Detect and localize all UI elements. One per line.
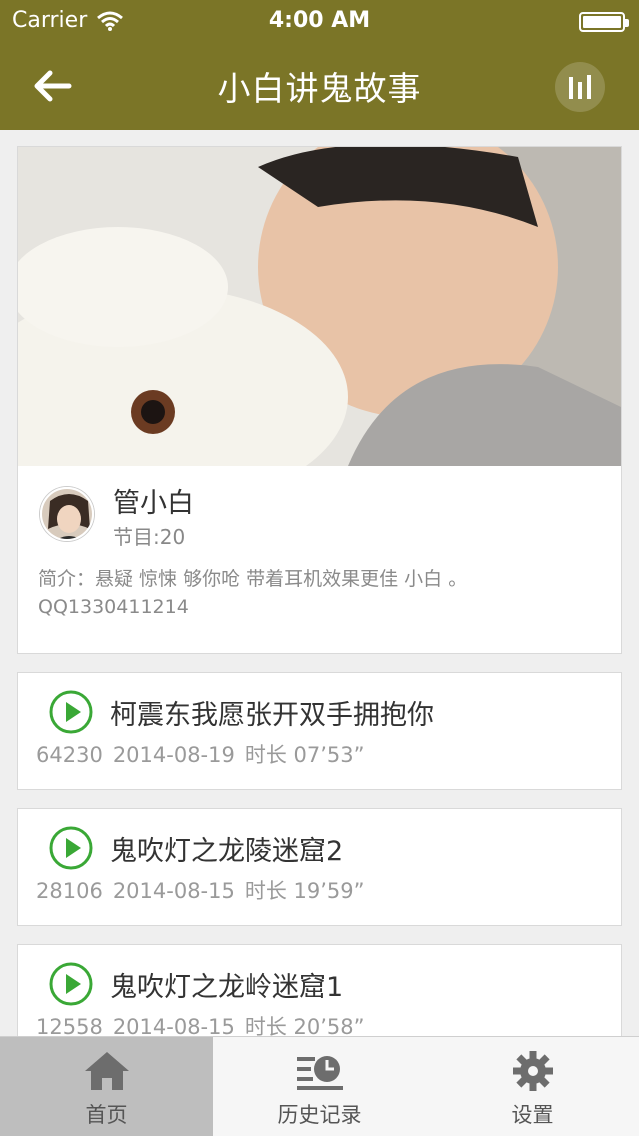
episode-title: 鬼吹灯之龙陵迷窟2	[110, 836, 344, 867]
tab-label: 历史记录	[277, 1103, 362, 1127]
tab-bar: 首页 历史记录 设置	[0, 1036, 639, 1136]
episode-duration: 时长 19’59”	[244, 879, 365, 903]
tab-home[interactable]: 首页	[0, 1037, 213, 1136]
episode-meta: 28106 2014-08-15 时长 19’59”	[36, 875, 375, 905]
episode-duration: 时长 07’53”	[244, 743, 365, 767]
cover-photo	[18, 147, 621, 466]
history-icon	[296, 1056, 343, 1090]
now-playing-button[interactable]	[555, 62, 605, 112]
tab-label: 设置	[511, 1103, 554, 1127]
episode-item[interactable]: 柯震东我愿张开双手拥抱你 64230 2014-08-19 时长 07’53”	[17, 672, 622, 790]
equalizer-icon	[569, 75, 591, 99]
tab-history[interactable]: 历史记录	[213, 1037, 426, 1136]
gear-icon	[512, 1051, 553, 1091]
nav-bar: 小白讲鬼故事	[0, 42, 639, 130]
play-icon[interactable]	[48, 689, 94, 735]
episode-title: 鬼吹灯之龙岭迷窟1	[110, 972, 344, 1003]
play-count: 28106	[36, 879, 103, 903]
episode-meta: 64230 2014-08-19 时长 07’53”	[36, 739, 375, 769]
program-intro: 简介：悬疑 惊悚 够你呛 带着耳机效果更佳 小白 。 QQ1330411214	[38, 568, 468, 618]
status-bar: Carrier 4:00 AM	[0, 0, 639, 42]
top-bar: Carrier 4:00 AM 小白讲鬼故事	[0, 0, 639, 130]
play-icon[interactable]	[48, 961, 94, 1007]
battery-icon	[579, 12, 629, 32]
episode-date: 2014-08-15	[112, 879, 235, 903]
play-icon[interactable]	[48, 825, 94, 871]
author-avatar[interactable]	[40, 487, 94, 541]
episode-item[interactable]: 鬼吹灯之龙陵迷窟2 28106 2014-08-15 时长 19’59”	[17, 808, 622, 926]
play-count: 64230	[36, 743, 103, 767]
program-profile-card: 管小白 节目:20 简介：悬疑 惊悚 够你呛 带着耳机效果更佳 小白 。 QQ1…	[17, 146, 622, 654]
status-time: 4:00 AM	[268, 8, 371, 33]
tab-settings[interactable]: 设置	[426, 1037, 639, 1136]
author-name: 管小白	[113, 488, 194, 519]
episode-count: 节目:20	[113, 525, 186, 549]
cover-illustration	[18, 147, 621, 466]
episode-date: 2014-08-19	[112, 743, 235, 767]
home-icon	[84, 1052, 129, 1090]
episode-title: 柯震东我愿张开双手拥抱你	[110, 700, 434, 731]
page-title: 小白讲鬼故事	[217, 69, 422, 108]
tab-label: 首页	[85, 1103, 128, 1127]
